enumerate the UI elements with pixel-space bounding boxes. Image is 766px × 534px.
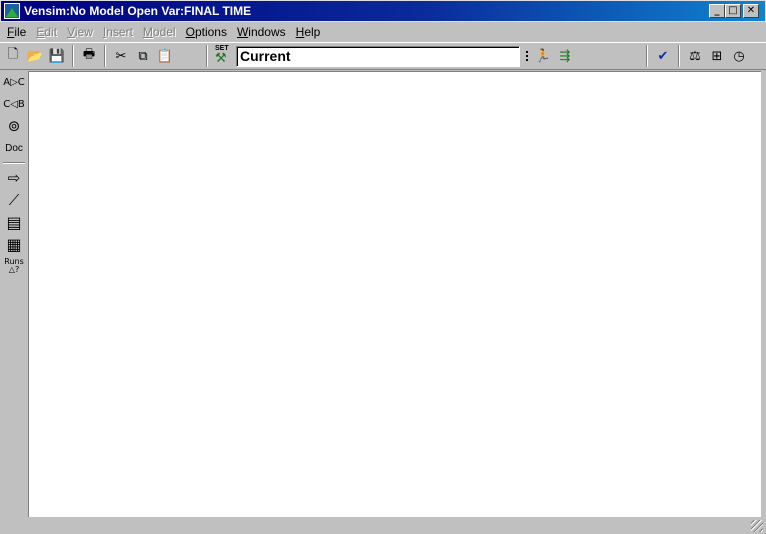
reality-check-icon[interactable]: ⚖ [684,45,706,67]
toolbar-separator [104,45,106,67]
check-model-icon[interactable]: ✔ [652,45,674,67]
table-icon[interactable]: ▤ [0,211,28,233]
minimize-button[interactable]: _ [709,4,725,18]
set-up-simulation-icon[interactable]: SET ⚒ [212,45,234,67]
paste-icon[interactable]: 📋 [154,45,176,67]
graph-icon[interactable]: ⟋ [0,189,28,211]
document-tool[interactable]: Doc [0,137,28,159]
cut-icon[interactable]: ✂ [110,45,132,67]
toolbar-separator [206,45,208,67]
toolbar-separator [678,45,680,67]
menu-help[interactable]: Help [291,25,326,39]
window-title: Vensim:No Model Open Var:FINAL TIME [24,4,252,18]
loops-icon[interactable]: ⊚ [0,115,28,137]
table-time-down-icon[interactable]: ▦ [0,233,28,255]
vensim-app-icon[interactable] [4,3,20,19]
simulate-icon[interactable]: 🏃 [532,45,554,67]
menu-bar: File Edit View Insert Model Options Wind… [0,22,766,41]
window-controls: _ □ ✕ [709,4,759,18]
resize-grip[interactable] [751,520,763,532]
uses-tree-icon[interactable]: C◁B [0,93,28,115]
runs-compare-icon[interactable]: Runs △? [4,255,24,277]
status-bar [0,517,766,534]
sidebar-separator [3,162,25,164]
menu-file[interactable]: File [2,25,31,39]
menu-view[interactable]: View [62,25,98,39]
workspace-area[interactable] [28,71,761,517]
toolbar-separator [646,45,648,67]
menu-windows[interactable]: Windows [232,25,291,39]
close-button[interactable]: ✕ [743,4,759,18]
maximize-button[interactable]: □ [725,4,741,18]
sensitivity-icon[interactable]: ⊞ [706,45,728,67]
toolbar-grip [524,47,530,65]
menu-edit[interactable]: Edit [31,25,62,39]
clock-icon[interactable]: ◷ [728,45,750,67]
main-toolbar: 🗋 📂 💾 🖶 ✂ ⧉ 📋 SET ⚒ 🏃 ⇶ ✔ ⚖ ⊞ ◷ [0,42,766,70]
menu-insert[interactable]: Insert [98,25,138,39]
causes-strip-icon[interactable]: ⇨ [0,167,28,189]
causes-tree-icon[interactable]: A▷C [0,71,28,93]
menu-model[interactable]: Model [138,25,181,39]
run-name-input[interactable] [236,45,520,67]
menu-options[interactable]: Options [181,25,232,39]
title-bar: Vensim:No Model Open Var:FINAL TIME _ □ … [0,0,766,22]
set-runner-icon: ⚒ [215,51,227,66]
toolbar-separator [72,45,74,67]
open-model-icon[interactable]: 📂 [24,45,46,67]
new-model-icon[interactable]: 🗋 [2,45,24,67]
analysis-toolbar: A▷C C◁B ⊚ Doc ⇨ ⟋ ▤ ▦ Runs △? [0,71,28,517]
print-icon[interactable]: 🖶 [78,45,100,67]
copy-icon[interactable]: ⧉ [132,45,154,67]
simulate-game-icon[interactable]: ⇶ [554,45,576,67]
save-icon[interactable]: 💾 [46,45,68,67]
